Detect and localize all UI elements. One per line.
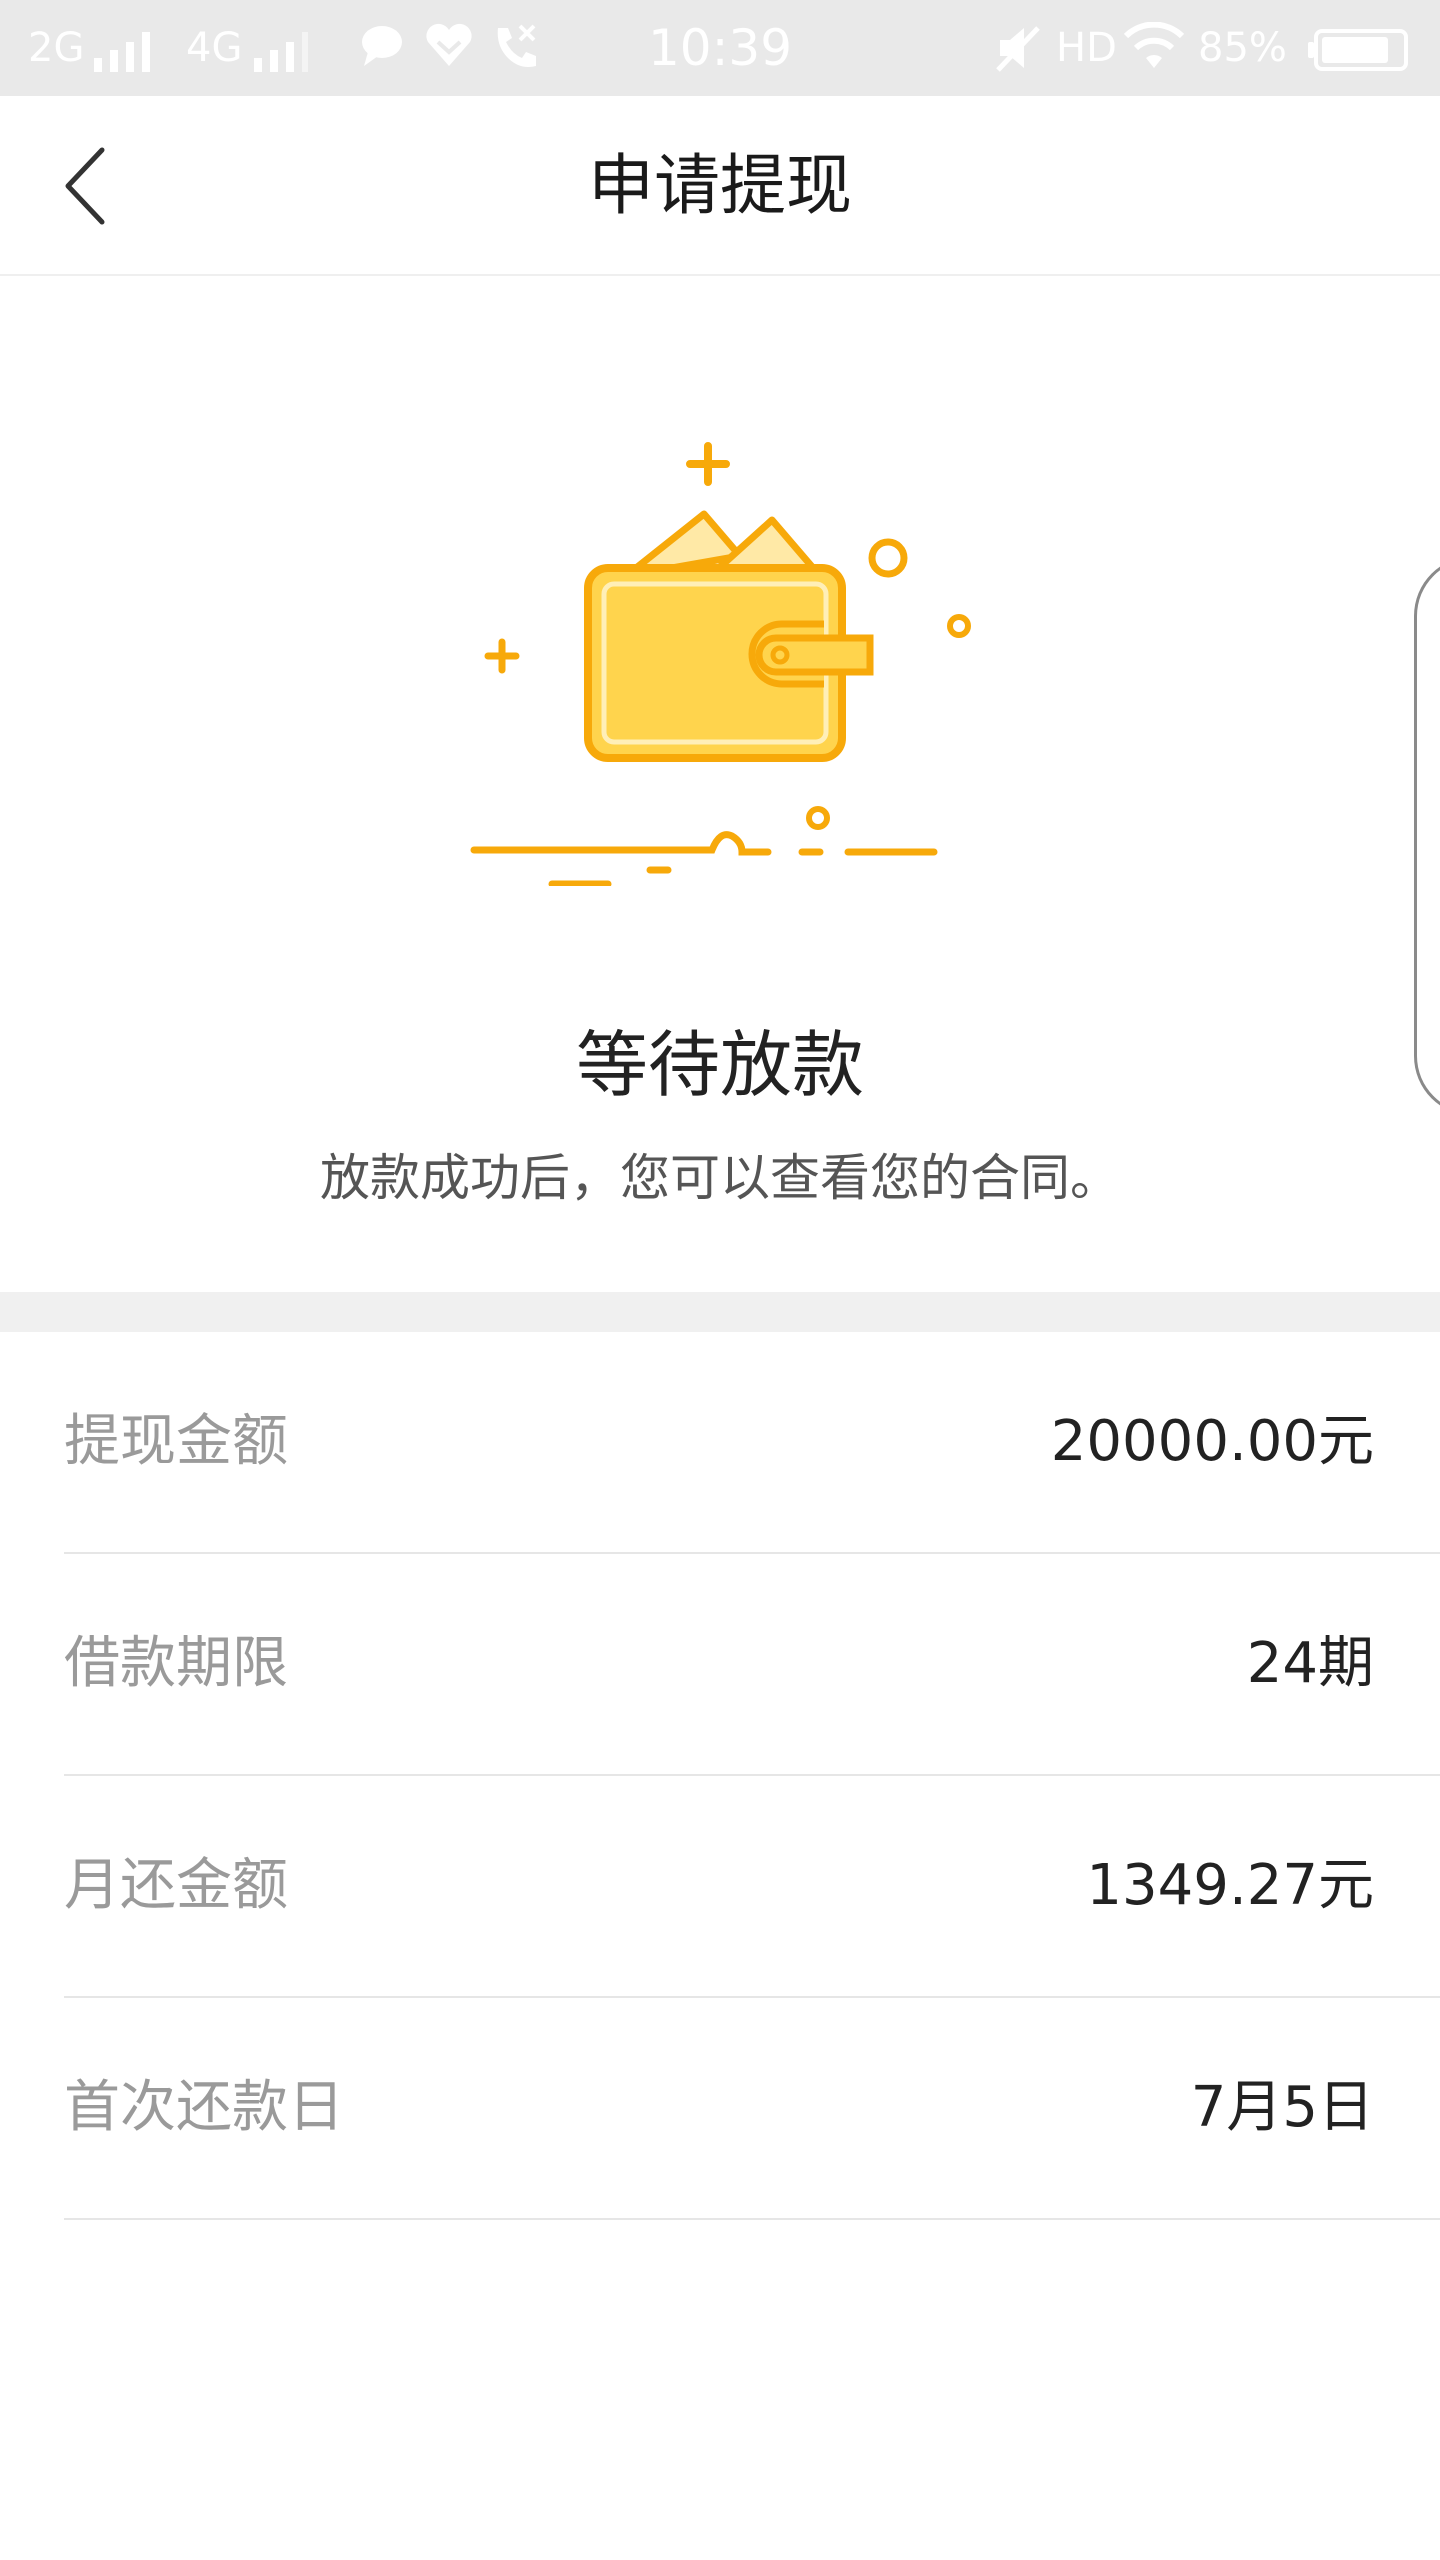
battery-percent: 85% <box>1198 25 1287 71</box>
detail-row-amount: 提现金额 20000.00元 <box>64 1332 1440 1554</box>
detail-row-term: 借款期限 24期 <box>64 1554 1440 1776</box>
detail-label: 提现金额 <box>64 1409 288 1474</box>
status-title: 等待放款 <box>575 1023 864 1107</box>
detail-value: 24期 <box>1246 1631 1374 1696</box>
wallet-icon <box>470 442 971 886</box>
detail-label: 月还金额 <box>64 1853 288 1918</box>
wifi-icon <box>1123 21 1185 74</box>
mute-icon <box>994 22 1044 74</box>
status-subtitle: 放款成功后，您可以查看您的合同。 <box>320 1149 1120 1207</box>
edge-panel-handle[interactable] <box>1414 556 1440 1116</box>
detail-value: 1349.27元 <box>1086 1853 1374 1918</box>
withdrawal-details: 提现金额 20000.00元 借款期限 24期 月还金额 1349.27元 首次… <box>0 1332 1440 2220</box>
back-button[interactable] <box>40 136 140 236</box>
detail-label: 首次还款日 <box>64 2075 344 2140</box>
page-title: 申请提现 <box>588 147 852 224</box>
nav-bar: 申请提现 <box>0 96 1440 276</box>
battery-icon <box>1306 28 1410 80</box>
hd-indicator: HD <box>1056 25 1117 71</box>
detail-row-first-payment-date: 首次还款日 7月5日 <box>64 1998 1440 2220</box>
status-bar: 2G 4G 10:39 HD 85% <box>0 0 1440 96</box>
detail-row-monthly-payment: 月还金额 1349.27元 <box>64 1776 1440 1998</box>
detail-label: 借款期限 <box>64 1631 288 1696</box>
section-divider <box>0 1292 1440 1332</box>
page: 2G 4G 10:39 HD 85% 申请提现 等待放款 放款成功后，您可以查看… <box>0 0 1440 2560</box>
chevron-left-icon <box>65 147 105 225</box>
detail-value: 20000.00元 <box>1050 1409 1374 1474</box>
detail-value: 7月5日 <box>1190 2075 1374 2140</box>
status-section: 等待放款 放款成功后，您可以查看您的合同。 <box>0 276 1440 1292</box>
